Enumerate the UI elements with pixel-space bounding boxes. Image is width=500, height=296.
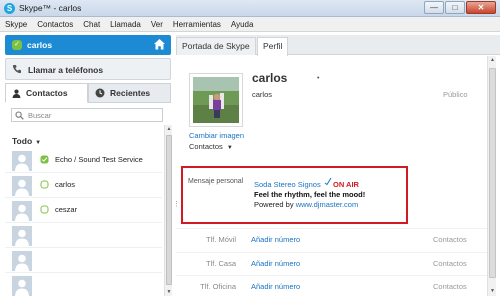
mood-label: Mensaje personal bbox=[188, 178, 244, 185]
field-visibility[interactable]: Contactos bbox=[433, 235, 467, 244]
photo-visibility-value: Contactos bbox=[189, 142, 223, 151]
avatar bbox=[12, 176, 32, 196]
field-visibility[interactable]: Contactos bbox=[433, 259, 467, 268]
search-placeholder: Buscar bbox=[28, 111, 52, 120]
field-label: Tlf. Casa bbox=[205, 259, 236, 268]
mood-powered-by: Powered by www.djmaster.com bbox=[254, 200, 358, 209]
offline-status-icon bbox=[40, 180, 49, 189]
contact-name: Echo / Sound Test Service bbox=[55, 155, 143, 164]
home-icon[interactable] bbox=[153, 38, 166, 51]
menu-llamada[interactable]: Llamada bbox=[110, 20, 141, 29]
main-tabs: Portada de Skype Perfil bbox=[176, 35, 500, 56]
avatar bbox=[12, 251, 32, 271]
field-visibility[interactable]: Contactos bbox=[433, 282, 467, 291]
music-note-icon bbox=[324, 177, 332, 185]
list-item[interactable]: Echo / Sound Test Service bbox=[5, 148, 162, 173]
tab-recientes-label: Recientes bbox=[110, 88, 151, 98]
search-icon bbox=[15, 111, 24, 120]
photo-visibility-dropdown[interactable]: Contactos ▼ bbox=[189, 142, 233, 151]
on-air-label: ON AIR bbox=[333, 180, 359, 189]
list-item[interactable]: ceszar bbox=[5, 198, 162, 223]
tab-perfil[interactable]: Perfil bbox=[257, 37, 289, 56]
phone-field-mobile: Tlf. Móvil Añadir número Contactos bbox=[176, 228, 492, 248]
sidebar-tabs: Contactos Recientes bbox=[5, 83, 171, 103]
maximize-button[interactable]: □ bbox=[445, 1, 465, 14]
menu-ayuda[interactable]: Ayuda bbox=[231, 20, 254, 29]
person-icon bbox=[12, 89, 21, 98]
menu-chat[interactable]: Chat bbox=[83, 20, 100, 29]
list-item[interactable] bbox=[5, 273, 162, 296]
window-controls: — □ ✕ bbox=[424, 1, 496, 15]
scroll-up-icon[interactable]: ▲ bbox=[488, 56, 497, 65]
contact-group-header[interactable]: Todo ▼ bbox=[12, 136, 41, 146]
profile-username: carlos bbox=[252, 90, 273, 99]
menu-contactos[interactable]: Contactos bbox=[37, 20, 73, 29]
menu-herramientas[interactable]: Herramientas bbox=[173, 20, 221, 29]
group-label: Todo bbox=[12, 136, 33, 146]
title-bar: S Skype™ - carlos — □ ✕ bbox=[0, 0, 500, 17]
add-number-link[interactable]: Añadir número bbox=[251, 235, 300, 244]
call-phones-label: Llamar a teléfonos bbox=[28, 65, 104, 75]
tab-contactos-label: Contactos bbox=[26, 88, 68, 98]
tab-recientes[interactable]: Recientes bbox=[88, 83, 171, 103]
list-item[interactable] bbox=[5, 248, 162, 273]
current-user-name: carlos bbox=[27, 40, 53, 50]
field-label: Tlf. Oficina bbox=[200, 282, 236, 291]
contact-name: ceszar bbox=[55, 205, 78, 214]
powered-by-link[interactable]: www.djmaster.com bbox=[296, 200, 359, 209]
window-title: Skype™ - carlos bbox=[19, 3, 82, 13]
mood-message-box[interactable]: Mensaje personal Soda Stereo Signos ON A… bbox=[181, 166, 408, 224]
main-panel: Portada de Skype Perfil carlos • carlos … bbox=[176, 35, 500, 296]
online-status-icon[interactable]: ✓ bbox=[12, 40, 22, 50]
avatar bbox=[12, 276, 32, 296]
menu-skype[interactable]: Skype bbox=[5, 20, 27, 29]
chevron-down-icon: ▼ bbox=[35, 140, 42, 146]
profile-photo bbox=[189, 73, 243, 127]
offline-status-icon bbox=[40, 205, 49, 214]
add-number-link[interactable]: Añadir número bbox=[251, 259, 300, 268]
phone-field-home: Tlf. Casa Añadir número Contactos bbox=[176, 252, 492, 272]
phone-icon bbox=[12, 65, 21, 74]
mood-song-link[interactable]: Soda Stereo Signos bbox=[254, 180, 321, 189]
change-image-link[interactable]: Cambiar imagen bbox=[189, 131, 244, 140]
minimize-button[interactable]: — bbox=[424, 1, 444, 14]
contact-list-scrollbar[interactable]: ▲ ▼ bbox=[164, 125, 172, 296]
avatar bbox=[12, 201, 32, 221]
chevron-down-icon: ▼ bbox=[226, 145, 233, 151]
online-status-icon bbox=[40, 155, 49, 164]
profile-visibility: Público bbox=[443, 90, 468, 99]
field-label: Tlf. Móvil bbox=[206, 235, 236, 244]
phone-field-office: Tlf. Oficina Añadir número Contactos bbox=[176, 275, 492, 295]
avatar bbox=[12, 151, 32, 171]
current-user-bar[interactable]: ✓ carlos bbox=[5, 35, 171, 55]
menu-bar: Skype Contactos Chat Llamada Ver Herrami… bbox=[0, 17, 500, 32]
sidebar: ✓ carlos Llamar a teléfonos Contactos Re… bbox=[5, 35, 172, 296]
contact-name: carlos bbox=[55, 180, 76, 189]
mood-message-text: Feel the rhythm, feel the mood! bbox=[254, 190, 366, 199]
profile-name[interactable]: carlos bbox=[252, 71, 287, 85]
list-item[interactable] bbox=[5, 223, 162, 248]
main-scrollbar[interactable]: ▲ ▼ bbox=[487, 56, 496, 296]
profile-name-suffix: • bbox=[317, 75, 320, 82]
scrollbar-thumb[interactable] bbox=[489, 68, 496, 278]
tab-portada-skype[interactable]: Portada de Skype bbox=[176, 37, 256, 55]
close-button[interactable]: ✕ bbox=[466, 1, 496, 14]
add-number-link[interactable]: Añadir número bbox=[251, 282, 300, 291]
menu-ver[interactable]: Ver bbox=[151, 20, 163, 29]
scroll-down-icon[interactable]: ▼ bbox=[165, 288, 173, 296]
contact-list: Echo / Sound Test Service carlos ceszar bbox=[5, 148, 162, 296]
scrollbar-thumb[interactable] bbox=[166, 135, 172, 285]
search-input[interactable]: Buscar bbox=[11, 108, 163, 122]
scroll-down-icon[interactable]: ▼ bbox=[488, 287, 497, 296]
skype-logo-icon: S bbox=[4, 3, 15, 14]
powered-by-label: Powered by bbox=[254, 200, 294, 209]
avatar bbox=[12, 226, 32, 246]
list-item[interactable]: carlos bbox=[5, 173, 162, 198]
tab-contactos[interactable]: Contactos bbox=[5, 83, 88, 103]
scroll-up-icon[interactable]: ▲ bbox=[165, 125, 173, 133]
call-phones-button[interactable]: Llamar a teléfonos bbox=[5, 58, 171, 80]
clock-icon bbox=[95, 88, 105, 98]
